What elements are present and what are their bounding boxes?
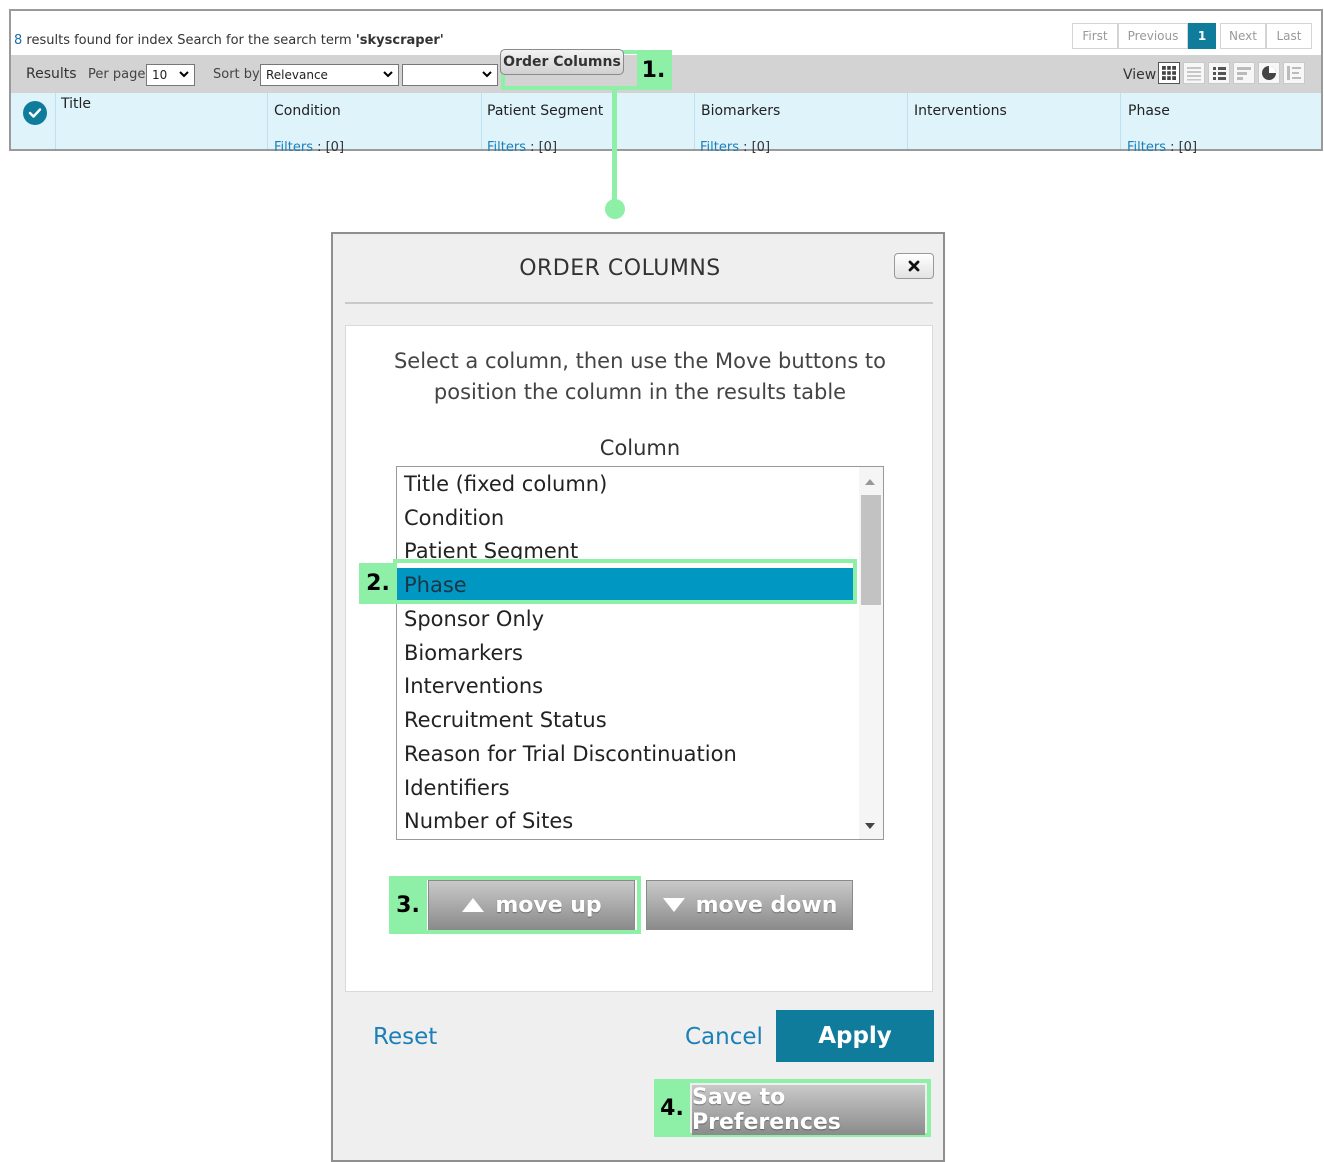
biomarkers-filters[interactable]: Filters : [0] [700, 140, 770, 155]
sort-by-label: Sort by: [213, 67, 264, 82]
column-list-heading: Column [599, 436, 681, 460]
column-option-recruitment-status[interactable]: Recruitment Status [397, 703, 857, 737]
bar-chart-view-icon[interactable] [1233, 62, 1255, 84]
triangle-down-icon [662, 898, 685, 912]
select-all-check-icon[interactable] [23, 101, 47, 125]
scroll-down-arrow-icon[interactable] [863, 821, 877, 831]
column-divider [267, 93, 268, 149]
apply-button[interactable]: Apply [776, 1010, 934, 1062]
listbox-scroll-thumb[interactable] [861, 495, 881, 605]
column-option-condition[interactable]: Condition [397, 501, 857, 535]
callout-step-2: 2. [359, 563, 397, 604]
column-option-reason-for-trial-discontinuation[interactable]: Reason for Trial Discontinuation [397, 737, 857, 771]
column-divider [907, 93, 908, 149]
callout-step-4: 4. [654, 1079, 690, 1137]
column-header-phase[interactable]: Phase [1128, 103, 1170, 119]
column-divider [694, 93, 695, 149]
pagination-page-1[interactable]: 1 [1188, 23, 1216, 49]
move-down-button[interactable]: move down [646, 880, 853, 930]
sort-by-value: Relevance [266, 68, 328, 82]
chevron-down-icon [383, 71, 393, 78]
pagination-last-button[interactable]: Last [1266, 23, 1312, 49]
patient-segment-filters-count: : [0] [525, 140, 558, 155]
chevron-down-icon [179, 71, 189, 78]
column-header-interventions[interactable]: Interventions [914, 103, 1007, 119]
triangle-up-icon [462, 898, 485, 912]
column-divider [1120, 93, 1121, 149]
results-table-header: Title Condition Filters : [0] Patient Se… [11, 93, 1321, 155]
grid-view-icon[interactable] [1158, 62, 1180, 84]
column-header-patient-segment[interactable]: Patient Segment [487, 103, 603, 119]
column-option-number-of-sites[interactable]: Number of Sites [397, 804, 857, 838]
column-divider [481, 93, 482, 149]
column-header-biomarkers[interactable]: Biomarkers [701, 103, 780, 119]
column-option-title[interactable]: Title (fixed column) [397, 467, 857, 501]
search-term: 'skyscraper' [355, 33, 444, 48]
chevron-down-icon [482, 71, 492, 78]
sort-order-select[interactable] [402, 64, 498, 86]
column-option-sponsor-only[interactable]: Sponsor Only [397, 602, 857, 636]
pagination-next-button[interactable]: Next [1220, 23, 1266, 49]
callout-connector-line [612, 86, 617, 206]
phase-filters-count: : [0] [1165, 140, 1198, 155]
patient-segment-filters-link[interactable]: Filters [487, 140, 526, 155]
column-header-condition[interactable]: Condition [274, 103, 341, 119]
order-columns-button[interactable]: Order Columns [500, 49, 624, 75]
move-down-label: move down [695, 892, 838, 918]
view-label: View [1123, 67, 1157, 83]
order-columns-dialog: ORDER COLUMNS Select a column, then use … [331, 232, 945, 1162]
dialog-divider [345, 302, 933, 304]
biomarkers-filters-count: : [0] [738, 140, 771, 155]
results-label: Results [26, 66, 77, 82]
scroll-up-arrow-icon[interactable] [863, 477, 877, 487]
per-page-label: Per page : [88, 67, 154, 82]
per-page-value: 10 [152, 68, 168, 82]
move-up-label: move up [495, 892, 602, 918]
condition-filters-count: : [0] [312, 140, 345, 155]
per-page-select[interactable]: 10 [146, 64, 195, 86]
biomarkers-filters-link[interactable]: Filters [700, 140, 739, 155]
pie-chart-view-icon[interactable] [1258, 62, 1280, 84]
column-option-interventions[interactable]: Interventions [397, 669, 857, 703]
save-to-preferences-button[interactable]: Save to Preferences [692, 1085, 925, 1135]
move-up-button[interactable]: move up [428, 880, 635, 930]
column-divider [55, 93, 56, 149]
callout-step-3: 3. [389, 876, 427, 934]
compact-view-icon[interactable] [1183, 62, 1205, 84]
column-header-title[interactable]: Title [61, 96, 91, 112]
close-icon [908, 260, 920, 272]
column-listbox[interactable]: Title (fixed column) Condition Patient S… [396, 466, 884, 840]
detail-view-icon[interactable] [1283, 62, 1305, 84]
close-button[interactable] [894, 253, 934, 279]
results-summary: 8 results found for index Search for the… [14, 33, 444, 48]
reset-link[interactable]: Reset [373, 1024, 437, 1050]
callout-highlight-selected-column [393, 559, 857, 604]
pagination-previous-button[interactable]: Previous [1118, 23, 1188, 49]
results-summary-text: results found for index Search for the s… [22, 33, 356, 48]
phase-filters-link[interactable]: Filters [1127, 140, 1166, 155]
column-option-biomarkers[interactable]: Biomarkers [397, 636, 857, 670]
patient-segment-filters[interactable]: Filters : [0] [487, 140, 557, 155]
sort-by-select[interactable]: Relevance [260, 64, 399, 86]
condition-filters[interactable]: Filters : [0] [274, 140, 344, 155]
cancel-link[interactable]: Cancel [685, 1024, 763, 1050]
instructions-text: Select a column, then use the Move butto… [393, 349, 887, 404]
callout-step-1: 1. [637, 52, 670, 88]
list-view-icon[interactable] [1208, 62, 1230, 84]
column-option-identifiers[interactable]: Identifiers [397, 771, 857, 805]
phase-filters[interactable]: Filters : [0] [1127, 140, 1197, 155]
callout-connector-dot [605, 199, 625, 219]
condition-filters-link[interactable]: Filters [274, 140, 313, 155]
pagination-first-button[interactable]: First [1072, 23, 1118, 49]
dialog-title: ORDER COLUMNS [519, 256, 721, 281]
